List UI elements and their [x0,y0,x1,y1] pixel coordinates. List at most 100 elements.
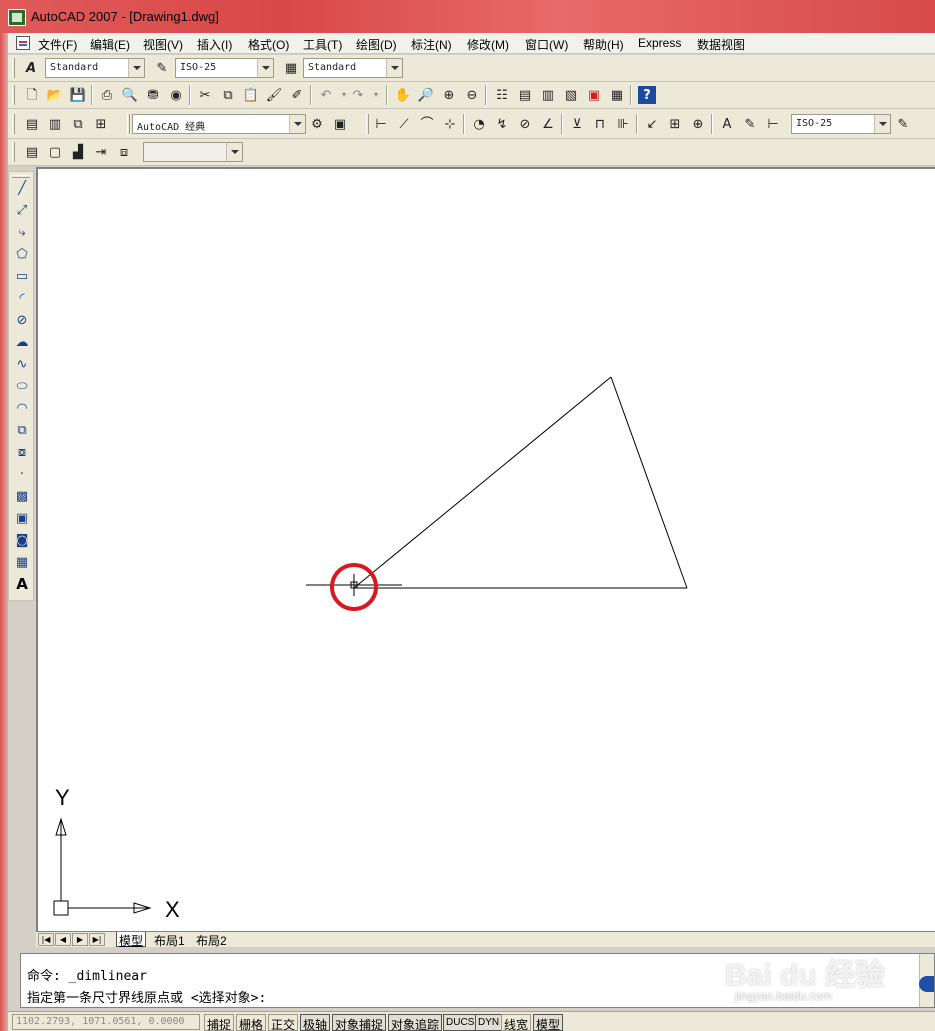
center-mark-icon[interactable]: ⊕ [689,115,707,133]
line-icon[interactable]: ╱ [13,179,31,197]
osnap-toggle[interactable]: 对象捕捉 [332,1014,387,1031]
workspace-layout-icon[interactable]: ⧉ [69,115,87,133]
quick-dimension-icon[interactable]: ⊻ [568,115,586,133]
dimension-style-icon[interactable]: ✎ [153,59,171,77]
menu-data-view[interactable]: 数据视图 [697,36,745,53]
pan-icon[interactable]: ✋ [394,86,412,104]
toolbar-grip[interactable] [12,114,15,134]
workspace-manage-icon[interactable]: ⚙ [308,115,326,133]
layer-properties-icon[interactable]: ▤ [23,143,41,161]
polar-toggle[interactable]: 极轴 [300,1014,331,1031]
table-style-dropdown[interactable]: Standard [303,58,403,78]
baseline-dimension-icon[interactable]: ⊓ [591,115,609,133]
arc-icon[interactable]: ◜ [13,289,31,307]
gradient-icon[interactable]: ▣ [13,509,31,527]
toolbar-grip[interactable] [12,85,15,105]
quick-leader-icon[interactable]: ↙ [643,115,661,133]
menu-edit[interactable]: 编辑(E) [90,36,130,53]
region-icon[interactable]: ◙ [13,531,31,549]
continue-dimension-icon[interactable]: ⊪ [614,115,632,133]
otrack-toggle[interactable]: 对象追踪 [388,1014,443,1031]
undo-icon[interactable]: ↶ [317,86,335,104]
angular-dimension-icon[interactable]: ∠ [539,115,557,133]
toolbar-grip[interactable] [366,114,369,134]
block-editor-icon[interactable]: ✐ [288,86,306,104]
menu-help[interactable]: 帮助(H) [583,36,624,53]
dim-style-dropdown-2[interactable]: ISO-25 [791,114,891,134]
menu-file[interactable]: 文件(F) [38,36,77,53]
markup-icon[interactable]: ▣ [585,86,603,104]
diameter-dimension-icon[interactable]: ⊘ [516,115,534,133]
first-tab-button[interactable]: |◀ [38,933,54,946]
dyn-toggle[interactable]: DYN [475,1014,503,1031]
match-properties-icon[interactable]: 🖌 [265,86,283,104]
help-icon[interactable]: ? [638,86,656,104]
command-prompt-line[interactable]: 指定第一条尺寸界线原点或 <选择对象>: [27,987,266,1006]
cut-icon[interactable]: ✂ [196,86,214,104]
save-icon[interactable]: 💾 [69,86,87,104]
dimension-style-manager-icon[interactable]: ✎ [894,115,912,133]
document-icon[interactable] [16,36,30,50]
toolbar-grip[interactable] [12,142,15,162]
workspace-toggle-icon[interactable]: ▣ [331,115,349,133]
polygon-icon[interactable]: ⬠ [13,245,31,263]
triangle-edge-upper[interactable] [353,376,612,589]
tab-model[interactable]: 模型 [116,932,147,948]
lineweight-toggle[interactable]: 线宽 [501,1014,532,1031]
table-style-icon[interactable]: ▦ [282,59,300,77]
dimension-text-edit-icon[interactable]: ✎ [741,115,759,133]
plot-icon[interactable]: ⎙ [98,86,116,104]
quickcalc-icon[interactable]: ▦ [608,86,626,104]
menu-express[interactable]: Express [638,36,681,50]
previous-tab-button[interactable]: ◀ [55,933,71,946]
workspace-settings-icon[interactable]: ▤ [23,115,41,133]
workspace-save-icon[interactable]: ▥ [46,115,64,133]
scroll-thumb[interactable] [919,976,934,992]
command-scrollbar[interactable] [919,954,934,1007]
grid-toggle[interactable]: 栅格 [236,1014,267,1031]
workspace-dropdown[interactable]: AutoCAD 经典 [132,114,306,134]
menu-insert[interactable]: 插入(I) [197,36,232,53]
paste-icon[interactable]: 📋 [242,86,260,104]
menu-dimension[interactable]: 标注(N) [411,36,452,53]
menu-modify[interactable]: 修改(M) [467,36,509,53]
open-icon[interactable]: 📂 [46,86,64,104]
dimension-edit-icon[interactable]: A [718,115,736,133]
redo-icon[interactable]: ↷ [349,86,367,104]
ellipse-arc-icon[interactable]: ◠ [13,399,31,417]
layer-state-icon[interactable]: ▟ [69,143,87,161]
rectangle-icon[interactable]: ▭ [13,267,31,285]
toolbar-grip[interactable] [12,175,30,178]
zoom-previous-icon[interactable]: ⊖ [463,86,481,104]
jogged-dimension-icon[interactable]: ↯ [493,115,511,133]
polyline-icon[interactable]: ⤷ [13,223,31,241]
text-style-dropdown[interactable]: Standard [45,58,145,78]
autocad-app-icon[interactable] [8,9,26,26]
linear-dimension-icon[interactable]: ⊢ [372,115,390,133]
3dwf-icon[interactable]: ◉ [167,86,185,104]
copy-icon[interactable]: ⧉ [219,86,237,104]
arc-length-icon[interactable]: ⌒ [418,115,436,133]
properties-icon[interactable]: ☷ [493,86,511,104]
radius-dimension-icon[interactable]: ◔ [470,115,488,133]
text-style-icon[interactable]: A [22,59,40,77]
circle-icon[interactable]: ⊘ [13,311,31,329]
aligned-dimension-icon[interactable]: ⟋ [395,115,413,133]
triangle-edge-right[interactable] [610,376,688,589]
dim-style-dropdown[interactable]: ISO-25 [175,58,274,78]
ducs-toggle[interactable]: DUCS [443,1014,478,1031]
redo-dropdown-icon[interactable]: ▾ [367,86,385,104]
workspace-tile-icon[interactable]: ⊞ [92,115,110,133]
layer-dropdown[interactable] [143,142,243,162]
layer-previous-icon[interactable]: ▢ [46,143,64,161]
revision-cloud-icon[interactable]: ☁ [13,333,31,351]
coordinate-display[interactable]: 1102.2793, 1071.0561, 0.0000 [12,1014,200,1030]
ellipse-icon[interactable]: ⬭ [13,377,31,395]
make-block-icon[interactable]: ⧇ [13,443,31,461]
tool-palettes-icon[interactable]: ▥ [539,86,557,104]
zoom-realtime-icon[interactable]: 🔎 [417,86,435,104]
toolbar-grip[interactable] [127,114,130,134]
snap-toggle[interactable]: 捕捉 [204,1014,235,1031]
design-center-icon[interactable]: ▤ [516,86,534,104]
ordinate-dimension-icon[interactable]: ⊹ [441,115,459,133]
